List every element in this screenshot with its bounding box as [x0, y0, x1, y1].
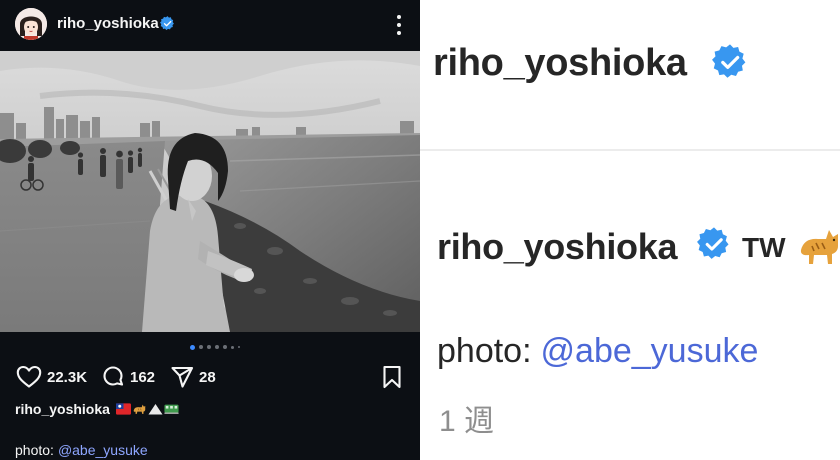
photo-credit: photo: @abe_yusuke: [15, 442, 148, 458]
divider: [420, 149, 840, 151]
share-count: 28: [199, 368, 216, 386]
like-count: 22.3K: [47, 368, 88, 386]
zoom-caption-username[interactable]: riho_yoshioka: [437, 226, 677, 268]
post-header: riho_yoshioka: [0, 0, 420, 50]
post-time-ago: 1 週: [439, 405, 495, 438]
caption-username[interactable]: riho_yoshioka: [15, 401, 110, 417]
zoom-photographer-mention-link[interactable]: @abe_yusuke: [541, 332, 759, 370]
mountain-emoji-icon: [148, 404, 163, 415]
carousel-dot: [190, 344, 195, 350]
carousel-dot: [207, 345, 211, 349]
more-vertical-icon[interactable]: [388, 12, 410, 38]
share-button[interactable]: 28: [170, 364, 216, 390]
zoom-username-title[interactable]: riho_yoshioka: [433, 42, 687, 85]
post-photo[interactable]: [0, 51, 420, 332]
carousel-dot: [199, 345, 203, 349]
comment-bubble-icon: [103, 366, 124, 386]
train-emoji-icon: [164, 404, 179, 414]
post-actions: 22.3K 162 28: [0, 362, 420, 392]
avatar-illustration-icon[interactable]: [15, 8, 47, 40]
comment-button[interactable]: 162: [101, 364, 155, 390]
zoom-photo-credit: photo: @abe_yusuke: [437, 332, 758, 371]
zoomed-profile-panel: riho_yoshioka riho_yoshioka TW photo: @ab…: [420, 0, 840, 460]
carousel-dot: [215, 345, 219, 349]
send-icon: [171, 366, 194, 388]
taiwan-flag-text: TW: [742, 232, 786, 263]
caption-emojis: [115, 403, 179, 415]
photographer-mention-link[interactable]: @abe_yusuke: [58, 442, 148, 458]
post-username[interactable]: riho_yoshioka: [57, 15, 159, 32]
bookmark-icon[interactable]: [381, 365, 403, 389]
post-caption: riho_yoshioka: [15, 401, 179, 417]
heart-icon: [16, 365, 42, 388]
like-button[interactable]: 22.3K: [16, 364, 87, 390]
photo-credit-prefix: photo:: [15, 442, 54, 458]
verified-badge-icon: [712, 44, 748, 80]
cat-emoji-icon: [133, 404, 146, 414]
carousel-dot: [223, 345, 227, 349]
carousel-dot: [231, 345, 234, 349]
taiwan-flag-emoji-icon: [115, 403, 131, 415]
cat-emoji-icon: [798, 226, 840, 266]
instagram-post: riho_yoshioka 22.3K 162 28 riho_yoshioka…: [0, 0, 420, 460]
verified-badge-icon: [697, 227, 731, 261]
comment-count: 162: [130, 368, 156, 386]
carousel-dot: [238, 346, 240, 348]
zoom-credit-prefix: photo:: [437, 332, 532, 370]
verified-badge-icon: [160, 16, 175, 31]
